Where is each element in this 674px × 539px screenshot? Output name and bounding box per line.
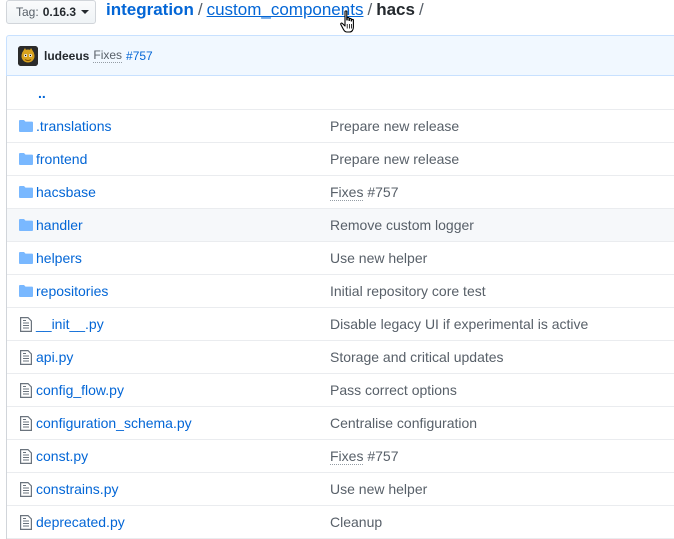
file-icon [18,349,34,365]
file-name-link[interactable]: configuration_schema.py [36,415,192,431]
file-name-link[interactable]: api.py [36,349,73,365]
file-icon [18,415,34,431]
file-commit-message[interactable]: Cleanup [330,514,382,530]
commit-message-prefix[interactable]: Fixes [330,448,364,465]
file-row[interactable]: constrains.py Use new helper [7,473,674,506]
file-name-link[interactable]: frontend [36,151,87,167]
file-name-link[interactable]: __init__.py [36,316,104,332]
file-name-link[interactable]: constrains.py [36,481,118,497]
file-row[interactable]: handler Remove custom logger [7,209,674,242]
tag-selector-button[interactable]: Tag: 0.16.3 [6,0,96,24]
folder-icon [18,151,34,167]
file-row[interactable]: helpers Use new helper [7,242,674,275]
folder-icon [18,283,34,299]
parent-directory-link[interactable]: .. [38,85,46,101]
commit-issue-ref[interactable]: #757 [363,184,398,200]
file-commit-message[interactable]: Prepare new release [330,118,459,134]
commit-issue-ref[interactable]: #757 [363,448,398,464]
file-row[interactable]: frontend Prepare new release [7,143,674,176]
file-row[interactable]: repositories Initial repository core tes… [7,275,674,308]
file-icon [18,316,34,332]
file-row[interactable]: __init__.py Disable legacy UI if experim… [7,308,674,341]
breadcrumb-separator: / [418,0,424,19]
breadcrumb: integration / custom_components / hacs / [106,0,428,20]
file-commit-message[interactable]: Use new helper [330,250,427,266]
file-row[interactable]: deprecated.py Cleanup [7,506,674,539]
file-commit-message[interactable]: Prepare new release [330,151,459,167]
tag-prefix-label: Tag: [16,5,39,19]
file-name-link[interactable]: config_flow.py [36,382,124,398]
file-row[interactable]: config_flow.py Pass correct options [7,374,674,407]
file-icon [18,448,34,464]
breadcrumb-separator: / [197,0,203,19]
folder-icon [18,250,34,266]
file-name-link[interactable]: .translations [36,118,111,134]
file-commit-message[interactable]: Remove custom logger [330,217,474,233]
tag-value-label: 0.16.3 [42,5,77,19]
commit-message-link[interactable]: Fixes [93,48,123,63]
file-icon [18,514,34,530]
file-row[interactable]: .translations Prepare new release [7,110,674,143]
file-commit-message[interactable]: Storage and critical updates [330,349,504,365]
file-commit-message[interactable]: Use new helper [330,481,427,497]
file-name-link[interactable]: repositories [36,283,108,299]
folder-icon [18,217,34,233]
commit-message-prefix[interactable]: Fixes [330,184,364,201]
parent-directory-row[interactable]: .. [7,76,674,110]
file-icon [18,382,34,398]
file-name-link[interactable]: helpers [36,250,82,266]
author-avatar[interactable] [18,45,38,66]
file-commit-message[interactable]: Fixes #757 [330,448,399,465]
hand-pointer-cursor-icon [340,10,354,33]
file-list: .. .translations Prepare new release fro… [6,76,674,539]
file-commit-message[interactable]: Pass correct options [330,382,457,398]
file-name-link[interactable]: const.py [36,448,88,464]
file-name-link[interactable]: hacsbase [36,184,96,200]
folder-icon [18,118,34,134]
file-row[interactable]: hacsbase Fixes #757 [7,176,674,209]
commit-issue-link[interactable]: #757 [126,49,153,63]
file-name-link[interactable]: handler [36,217,83,233]
breadcrumb-current-folder: hacs [376,0,415,19]
folder-icon [18,184,34,200]
breadcrumb-repo-link[interactable]: integration [106,0,194,19]
file-row[interactable]: api.py Storage and critical updates [7,341,674,374]
file-commit-message[interactable]: Fixes #757 [330,184,399,201]
file-icon [18,481,34,497]
file-name-link[interactable]: deprecated.py [36,514,125,530]
file-row[interactable]: const.py Fixes #757 [7,440,674,473]
file-commit-message[interactable]: Centralise configuration [330,415,477,431]
file-row[interactable]: configuration_schema.py Centralise confi… [7,407,674,440]
chevron-down-icon [81,10,90,14]
latest-commit-bar: ludeeus Fixes #757 [6,35,674,76]
commit-author-link[interactable]: ludeeus [44,49,89,63]
file-commit-message[interactable]: Disable legacy UI if experimental is act… [330,316,588,332]
file-commit-message[interactable]: Initial repository core test [330,283,486,299]
top-bar: Tag: 0.16.3 integration / custom_component… [0,0,674,34]
breadcrumb-separator: / [367,0,373,19]
